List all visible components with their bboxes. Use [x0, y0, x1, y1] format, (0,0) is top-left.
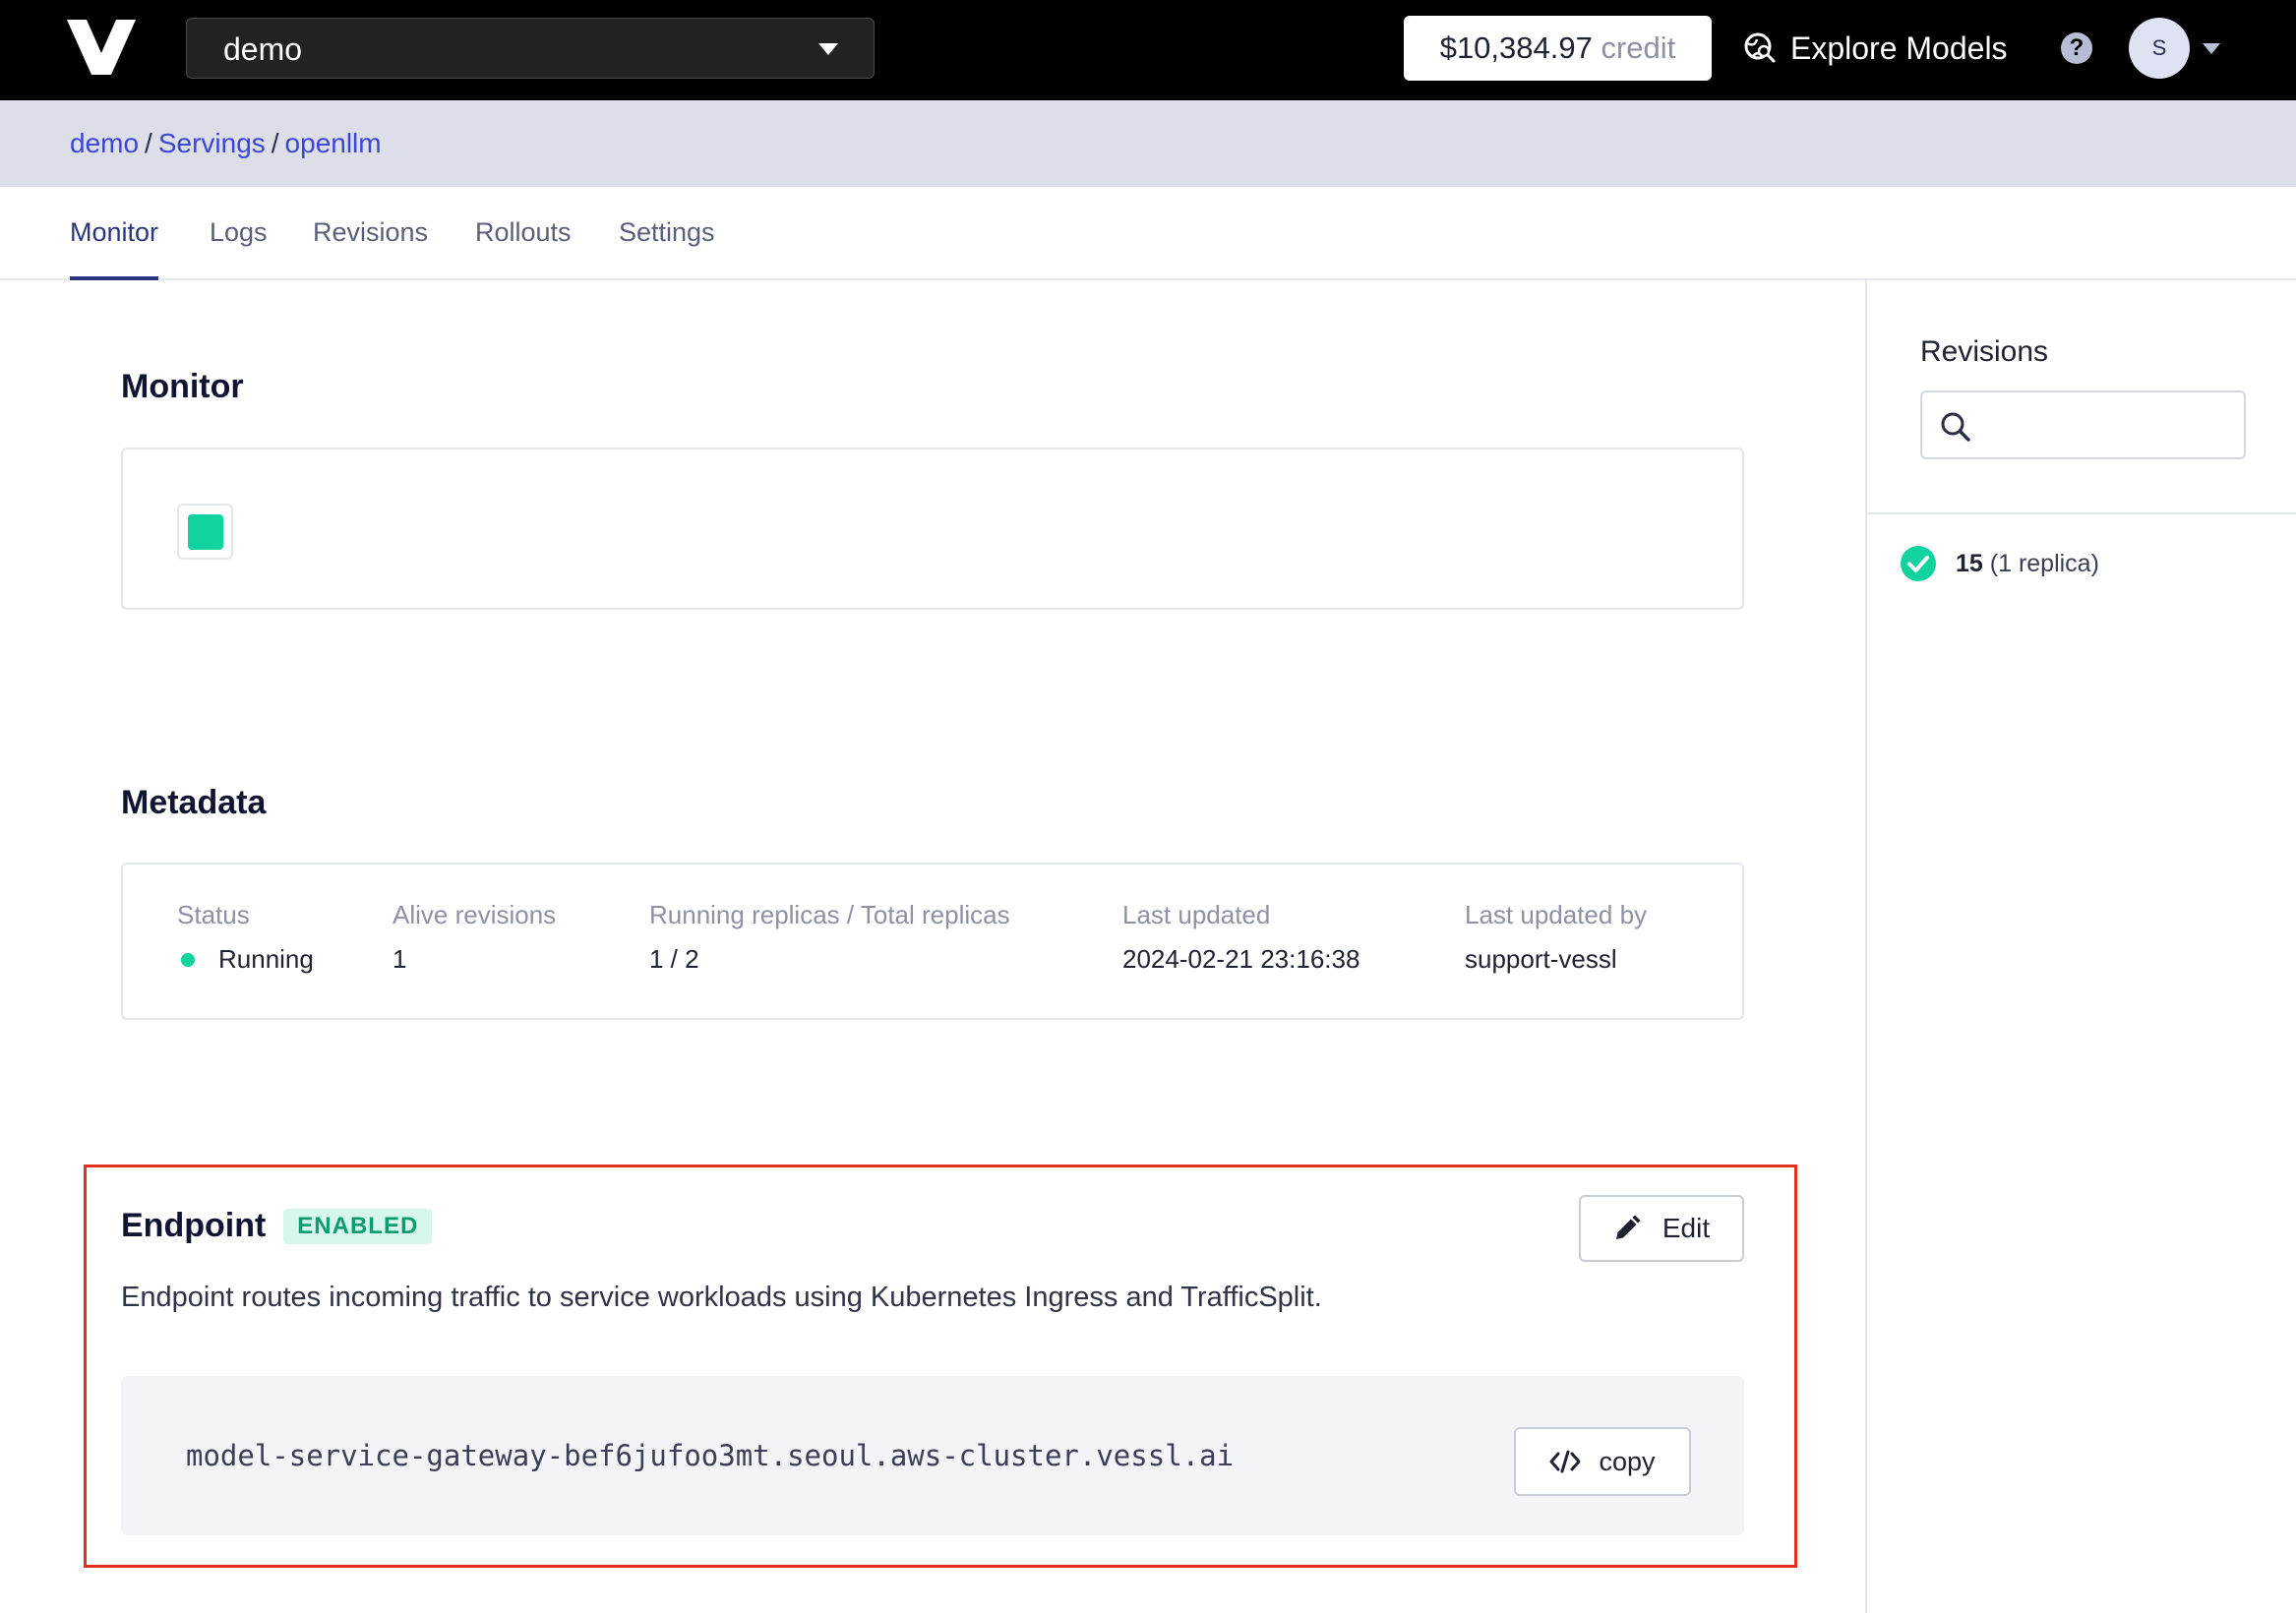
endpoint-section-title: Endpoint	[121, 1207, 267, 1244]
credit-amount: $10,384.97	[1439, 30, 1593, 65]
project-selector[interactable]: demo	[186, 18, 875, 79]
tab-logs[interactable]: Logs	[210, 187, 268, 277]
endpoint-header: Endpoint ENABLED	[121, 1207, 433, 1245]
breadcrumb-serving-link[interactable]: openllm	[285, 128, 382, 158]
project-selector-label: demo	[223, 31, 303, 67]
user-menu-chevron-icon[interactable]	[2203, 43, 2220, 54]
alive-revisions-value: 1	[393, 944, 407, 974]
breadcrumb-separator: /	[271, 128, 279, 158]
monitor-card	[121, 448, 1744, 610]
explore-models-link[interactable]: Explore Models	[1743, 16, 2008, 81]
endpoint-url: model-service-gateway-bef6jufoo3mt.seoul…	[186, 1439, 1235, 1472]
tab-rollouts[interactable]: Rollouts	[475, 187, 572, 277]
top-navigation-bar: demo $10,384.97 credit Explore Models ? …	[0, 0, 2296, 100]
endpoint-description: Endpoint routes incoming traffic to serv…	[121, 1282, 1322, 1313]
replicas-label: Running replicas / Total replicas	[649, 900, 1010, 929]
breadcrumb-separator: /	[145, 128, 152, 158]
explore-models-label: Explore Models	[1790, 30, 2008, 66]
revisions-sidebar-title: Revisions	[1920, 335, 2049, 368]
tab-monitor[interactable]: Monitor	[70, 187, 159, 280]
metadata-section-title: Metadata	[121, 784, 267, 821]
serving-tabs: Monitor Logs Revisions Rollouts Settings	[0, 187, 2296, 280]
tab-revisions[interactable]: Revisions	[313, 187, 428, 277]
metadata-last-updated: Last updated 2024-02-21 23:16:38	[1122, 900, 1359, 975]
revision-number: 15	[1956, 549, 1983, 577]
metadata-replicas: Running replicas / Total replicas 1 / 2	[649, 900, 1010, 975]
alive-revisions-label: Alive revisions	[393, 900, 557, 929]
check-circle-icon	[1901, 546, 1936, 581]
breadcrumb: demo / Servings / openllm	[70, 100, 382, 187]
status-label: Status	[177, 900, 250, 929]
revisions-sidebar: Revisions 15 (1 replica)	[1865, 280, 2296, 1613]
copy-button-label: copy	[1599, 1446, 1656, 1476]
revision-list-item[interactable]: 15 (1 replica)	[1901, 546, 2099, 581]
endpoint-url-box: model-service-gateway-bef6jufoo3mt.seoul…	[121, 1376, 1744, 1535]
monitor-status-chip[interactable]	[177, 504, 233, 560]
vessl-logo-icon[interactable]	[67, 20, 136, 75]
breadcrumb-servings-link[interactable]: Servings	[158, 128, 266, 158]
breadcrumb-project-link[interactable]: demo	[70, 128, 139, 158]
chevron-down-icon	[818, 43, 838, 55]
help-icon[interactable]: ?	[2061, 32, 2092, 64]
metadata-card: Status Running Alive revisions 1 Running…	[121, 863, 1744, 1020]
sidebar-divider	[1867, 512, 2296, 514]
status-value: Running	[218, 944, 314, 974]
revision-replica-count: (1 replica)	[1989, 549, 2099, 577]
metadata-alive-revisions: Alive revisions 1	[393, 900, 556, 975]
metadata-status: Status Running	[177, 900, 314, 975]
revision-search-input[interactable]	[1920, 390, 2246, 459]
search-icon	[1941, 412, 1970, 442]
credit-unit: credit	[1601, 30, 1676, 65]
monitor-section-title: Monitor	[121, 368, 244, 405]
last-updated-by-label: Last updated by	[1465, 900, 1648, 929]
pencil-icon	[1615, 1215, 1641, 1239]
monitor-status-indicator	[188, 514, 223, 550]
running-status-dot-icon	[181, 952, 195, 967]
replicas-value: 1 / 2	[649, 944, 699, 974]
copy-endpoint-button[interactable]: copy	[1514, 1427, 1691, 1496]
last-updated-by-value: support-vessl	[1465, 944, 1617, 974]
user-avatar[interactable]: S	[2129, 18, 2190, 79]
edit-endpoint-button[interactable]: Edit	[1579, 1195, 1744, 1262]
metadata-last-updated-by: Last updated by support-vessl	[1465, 900, 1647, 975]
last-updated-value: 2024-02-21 23:16:38	[1122, 944, 1360, 974]
endpoint-status-badge: ENABLED	[283, 1208, 433, 1244]
breadcrumb-bar: demo / Servings / openllm	[0, 100, 2296, 187]
credit-balance-button[interactable]: $10,384.97 credit	[1404, 16, 1712, 81]
status-value-row: Running	[177, 944, 314, 975]
code-icon	[1549, 1450, 1581, 1473]
tab-settings[interactable]: Settings	[619, 187, 715, 277]
edit-button-label: Edit	[1662, 1213, 1711, 1243]
globe-search-icon	[1744, 32, 1776, 63]
last-updated-label: Last updated	[1122, 900, 1271, 929]
